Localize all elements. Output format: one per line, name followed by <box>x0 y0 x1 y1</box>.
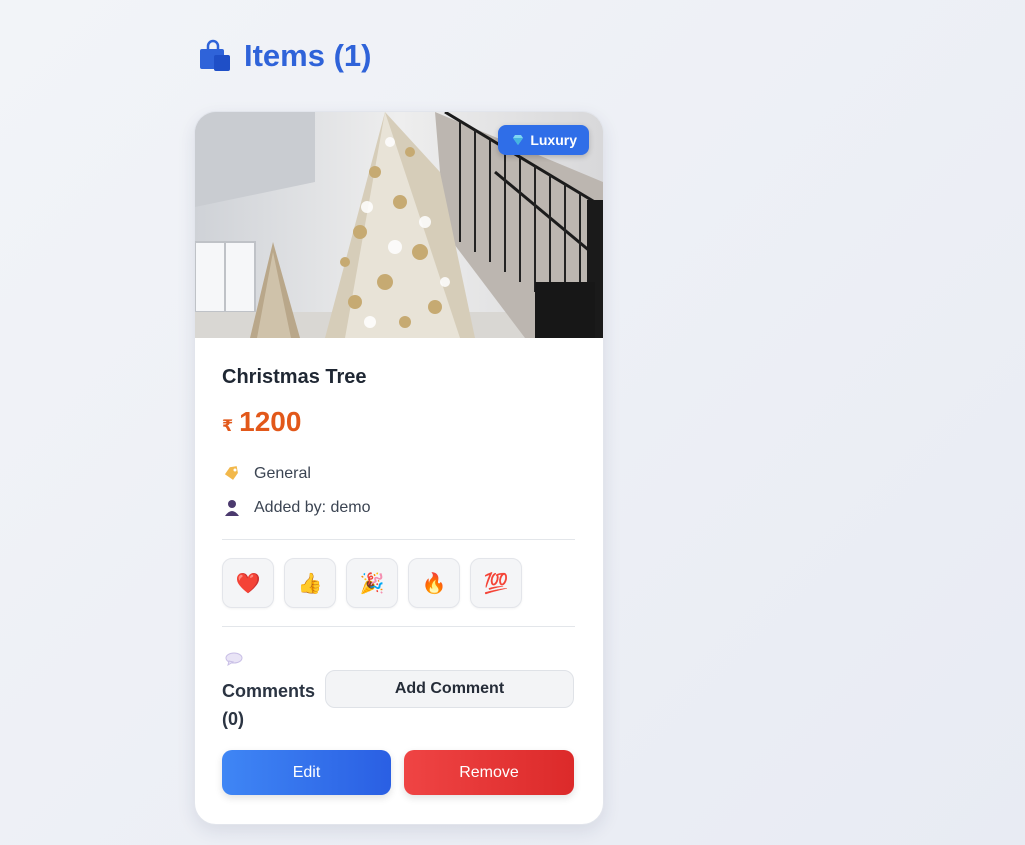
page-title: Items (1) <box>198 38 371 74</box>
shopping-bag-icon <box>200 39 230 71</box>
luxury-badge-label: Luxury <box>530 132 577 148</box>
luxury-badge: Luxury <box>498 125 589 155</box>
add-comment-button[interactable]: Add Comment <box>325 670 574 708</box>
category-row: General <box>222 464 311 484</box>
reaction-bar: ❤️ 👍 🎉 🔥 💯 <box>222 558 522 608</box>
comments-title: Comments <box>222 681 316 701</box>
reaction-heart-button[interactable]: ❤️ <box>222 558 274 608</box>
item-card: Luxury Christmas Tree ₹ 1200 General Add… <box>194 111 604 825</box>
item-price: ₹ 1200 <box>222 406 301 438</box>
added-by-row: Added by: demo <box>222 498 371 518</box>
gem-icon <box>513 135 524 145</box>
divider <box>222 626 575 627</box>
tag-icon <box>224 466 238 480</box>
comments-label: Comments (0) <box>222 677 322 733</box>
reaction-fire-button[interactable]: 🔥 <box>408 558 460 608</box>
item-title: Christmas Tree <box>222 366 367 388</box>
speech-bubble-icon <box>225 652 243 666</box>
added-by-text: Added by: demo <box>254 499 371 516</box>
remove-button[interactable]: Remove <box>404 750 574 795</box>
edit-button[interactable]: Edit <box>222 750 391 795</box>
reaction-party-button[interactable]: 🎉 <box>346 558 398 608</box>
reaction-thumbs-up-button[interactable]: 👍 <box>284 558 336 608</box>
comments-count: (0) <box>222 709 244 729</box>
currency-symbol: ₹ <box>222 418 234 435</box>
category-text: General <box>254 465 311 482</box>
divider <box>222 539 575 540</box>
reaction-hundred-button[interactable]: 💯 <box>470 558 522 608</box>
page-title-text: Items (1) <box>244 38 372 73</box>
user-icon <box>225 500 239 516</box>
item-image: Luxury <box>195 112 603 338</box>
price-value: 1200 <box>239 406 302 437</box>
